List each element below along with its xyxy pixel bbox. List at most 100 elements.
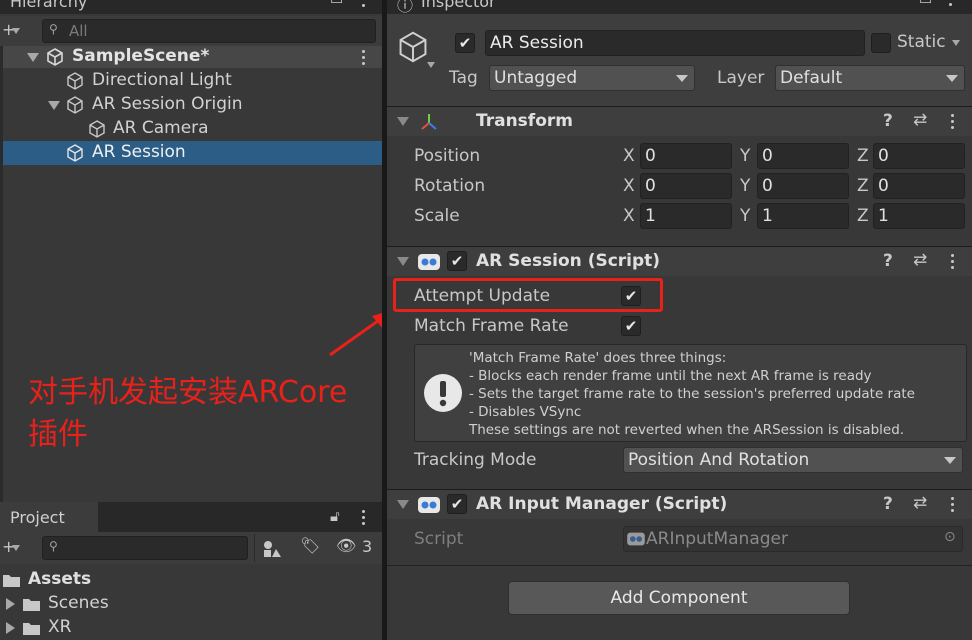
tracking-mode-dropdown[interactable]: Position And Rotation — [623, 447, 963, 473]
collapse-arrow-icon[interactable] — [6, 598, 15, 610]
add-dropdown-icon[interactable] — [12, 28, 20, 34]
presets-icon[interactable]: ⇄ — [913, 250, 927, 270]
object-name-field[interactable]: AR Session — [485, 30, 865, 56]
scale-x-field[interactable]: 1 — [640, 203, 732, 229]
filter-by-type-icon[interactable] — [262, 539, 282, 559]
icon-dropdown-icon[interactable] — [427, 62, 435, 68]
item-label: Directional Light — [92, 70, 232, 90]
scale-label: Scale — [414, 206, 460, 226]
script-value: ARInputManager — [646, 529, 788, 549]
annotation-line-2: 插件 — [28, 417, 88, 452]
scale-y-field[interactable]: 1 — [757, 203, 849, 229]
position-y-field[interactable]: 0 — [757, 143, 849, 169]
component-menu-icon[interactable] — [951, 114, 955, 130]
hierarchy-item-directional-light[interactable]: Directional Light — [0, 69, 382, 93]
hidden-count: 3 — [362, 537, 373, 556]
gameobject-cube-icon — [67, 72, 83, 90]
filter-by-label-icon[interactable]: 🏷︎ — [300, 536, 320, 555]
gameobject-cube-icon — [67, 144, 83, 162]
hierarchy-item-ar-camera[interactable]: AR Camera — [0, 117, 382, 141]
hierarchy-item-ar-session-origin[interactable]: AR Session Origin — [0, 93, 382, 117]
script-icon — [418, 254, 440, 270]
help-line: These settings are not reverted when the… — [469, 422, 905, 438]
transform-header[interactable]: Transform ? ⇄ — [387, 106, 972, 136]
position-x-field[interactable]: 0 — [640, 143, 732, 169]
component-enabled-toggle[interactable]: ✔ — [447, 494, 467, 514]
ar-input-manager-header[interactable]: ✔ AR Input Manager (Script) ? ⇄ — [387, 489, 972, 519]
ar-session-header[interactable]: ✔ AR Session (Script) ? ⇄ — [387, 246, 972, 276]
hierarchy-tab-title[interactable]: Hierarchy — [10, 0, 87, 11]
folder-xr[interactable]: XR — [0, 616, 382, 640]
rotation-x-field[interactable]: 0 — [640, 173, 732, 199]
project-tab[interactable]: Project — [0, 502, 98, 532]
hierarchy-search-input[interactable]: ⚲ All — [42, 19, 376, 43]
script-icon — [418, 497, 440, 513]
static-toggle[interactable] — [871, 33, 891, 53]
script-label: Script — [414, 529, 464, 549]
hierarchy-tab-bar: Hierarchy ▭ — [0, 0, 382, 14]
ar-input-manager-body: Script ARInputManager ⊙ Add Component — [387, 519, 972, 640]
help-icon[interactable]: ? — [883, 111, 893, 131]
chevron-down-icon — [676, 75, 688, 82]
item-label: AR Session — [92, 142, 186, 162]
fold-arrow-icon[interactable] — [397, 257, 409, 266]
warning-icon — [424, 374, 462, 412]
component-enabled-toggle[interactable]: ✔ — [447, 251, 467, 271]
tag-value: Untagged — [494, 68, 578, 88]
transform-axes-icon — [421, 114, 437, 130]
gameobject-cube-icon — [67, 96, 83, 114]
script-object-field: ARInputManager ⊙ — [623, 526, 963, 552]
match-frame-rate-label: Match Frame Rate — [414, 316, 569, 336]
presets-icon[interactable]: ⇄ — [913, 110, 927, 130]
script-icon — [627, 532, 645, 546]
add-component-button[interactable]: Add Component — [508, 581, 850, 615]
maximize-icon[interactable]: ▭ — [330, 0, 343, 8]
rotation-z-field[interactable]: 0 — [873, 173, 965, 199]
kebab-menu-icon[interactable] — [362, 510, 366, 526]
project-toolbar: + ⚲ 🏷︎ 👁︎ 3 — [0, 532, 382, 564]
chevron-down-icon — [944, 457, 956, 464]
position-z-field[interactable]: 0 — [873, 143, 965, 169]
folder-assets[interactable]: Assets — [0, 568, 382, 592]
component-menu-icon[interactable] — [951, 497, 955, 513]
hierarchy-item-ar-session[interactable]: AR Session — [0, 141, 382, 165]
match-frame-rate-checkbox[interactable]: ✔ — [621, 316, 641, 336]
scale-z-field[interactable]: 1 — [873, 203, 965, 229]
axis-z-label: Z — [857, 176, 869, 196]
fold-arrow-icon[interactable] — [397, 117, 409, 126]
axis-y-label: Y — [740, 206, 751, 226]
presets-icon[interactable]: ⇄ — [913, 493, 927, 513]
component-menu-icon[interactable] — [951, 254, 955, 270]
help-icon[interactable]: ? — [883, 251, 893, 271]
scene-row[interactable]: SampleScene* — [0, 46, 382, 68]
object-name: AR Session — [490, 33, 584, 53]
help-icon[interactable]: ? — [883, 494, 893, 514]
axis-y-label: Y — [740, 146, 751, 166]
search-icon: ⚲ — [49, 22, 58, 36]
lock-icon[interactable]: ▭ — [919, 0, 932, 8]
lock-icon[interactable]: 🔓︎ — [330, 507, 340, 525]
add-dropdown-icon[interactable] — [12, 545, 20, 551]
ar-session-body: Attempt Update ✔ Match Frame Rate ✔ 'Mat… — [387, 276, 972, 488]
hidden-packages-icon[interactable]: 👁︎ — [336, 536, 356, 555]
scene-menu-icon[interactable] — [362, 49, 366, 65]
layer-label: Layer — [717, 68, 765, 88]
position-label: Position — [414, 146, 481, 166]
static-dropdown-icon[interactable] — [952, 40, 960, 46]
static-label: Static — [897, 32, 946, 52]
gameobject-cube-icon[interactable] — [397, 31, 429, 63]
expand-arrow-icon[interactable] — [48, 101, 60, 110]
layer-value: Default — [780, 68, 843, 88]
layer-dropdown[interactable]: Default — [775, 65, 965, 91]
project-search-input[interactable]: ⚲ — [42, 536, 248, 560]
tag-dropdown[interactable]: Untagged — [489, 65, 695, 91]
axis-z-label: Z — [857, 146, 869, 166]
ar-session-title: AR Session (Script) — [476, 251, 661, 271]
folder-scenes[interactable]: Scenes — [0, 592, 382, 616]
fold-arrow-icon[interactable] — [397, 500, 409, 509]
collapse-arrow-icon[interactable] — [6, 622, 15, 634]
expand-arrow-icon[interactable] — [27, 53, 39, 62]
active-toggle[interactable]: ✔ — [455, 33, 475, 53]
rotation-y-field[interactable]: 0 — [757, 173, 849, 199]
inspector-tab-title[interactable]: Inspector — [421, 0, 496, 11]
